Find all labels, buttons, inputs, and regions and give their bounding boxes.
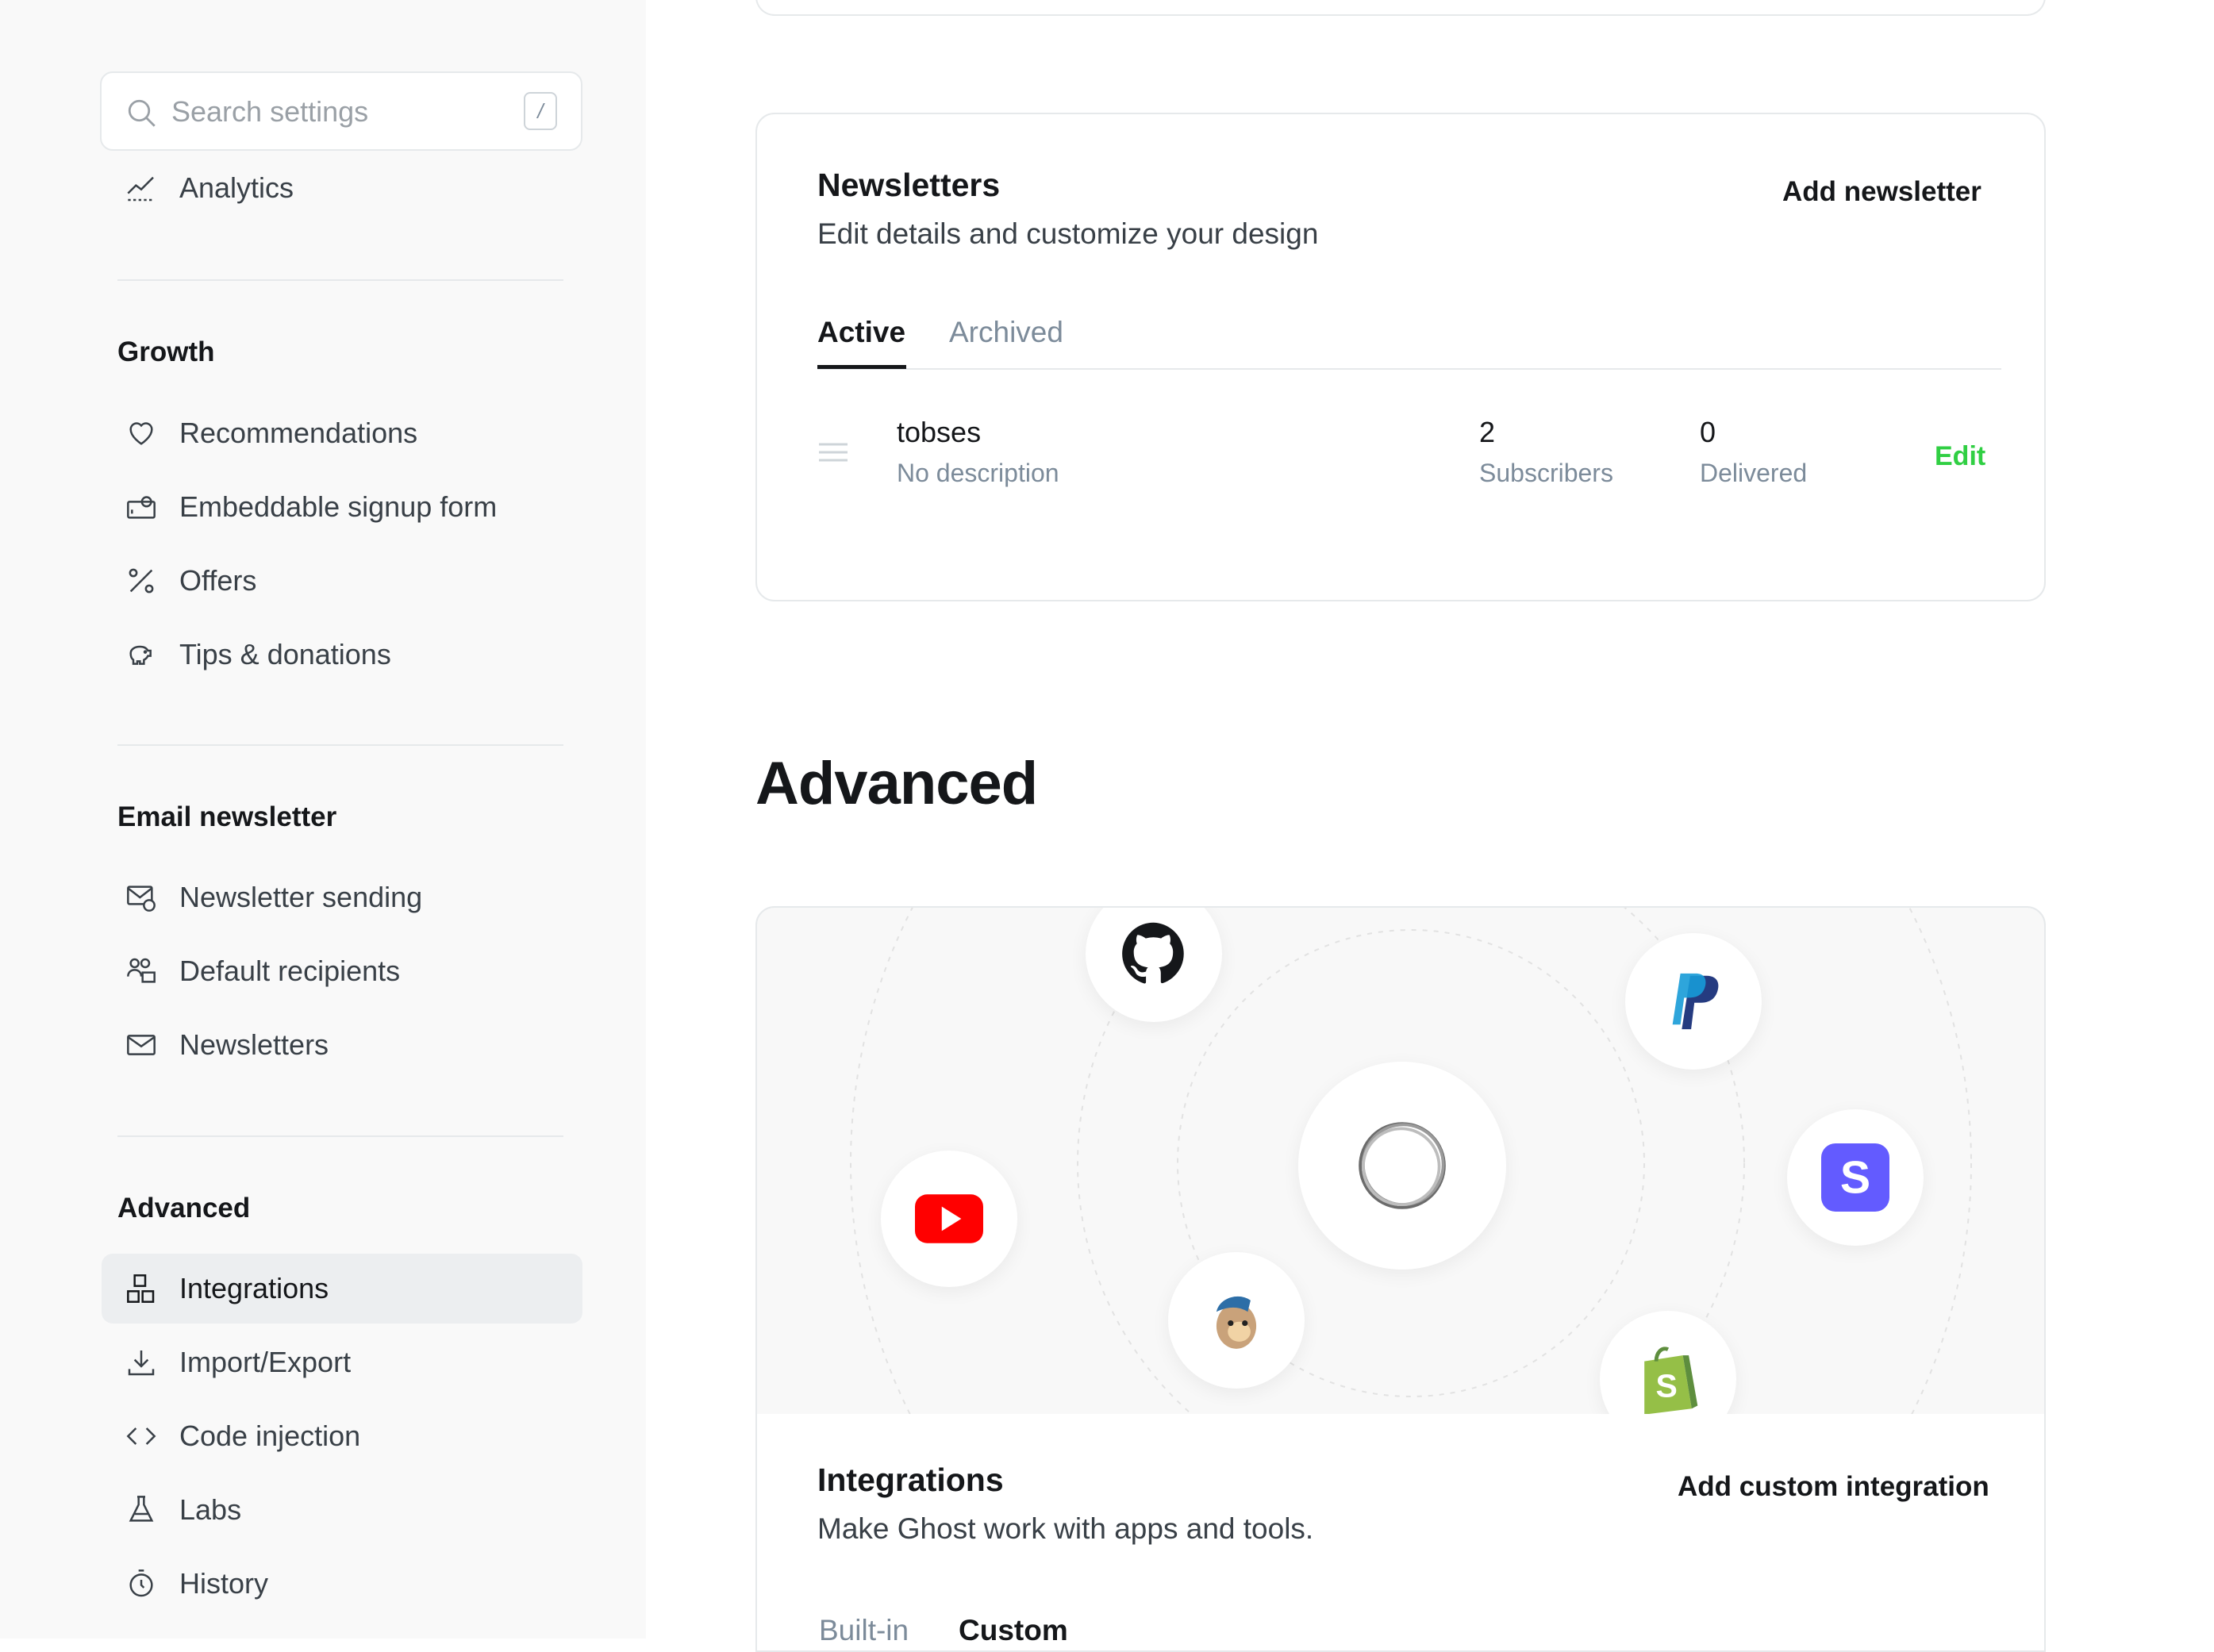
stripe-bubble: S: [1787, 1109, 1924, 1246]
github-icon: [1122, 922, 1184, 984]
mailchimp-bubble: [1168, 1252, 1305, 1389]
mail-settings-icon: [127, 886, 156, 912]
tab-custom[interactable]: Custom: [959, 1614, 1068, 1647]
sidebar-divider: [117, 744, 563, 746]
sidebar-item-newsletter-sending[interactable]: Newsletter sending: [102, 862, 582, 932]
sidebar-item-embeddable-signup-form[interactable]: Embeddable signup form: [102, 472, 582, 542]
search-settings-input[interactable]: Search settings /: [100, 71, 582, 151]
subscribers-count: 2: [1479, 416, 1496, 448]
sidebar-item-import-export[interactable]: Import/Export: [102, 1327, 582, 1397]
ghost-ring-icon: [1359, 1122, 1446, 1209]
download-icon: [128, 1350, 155, 1376]
sidebar-item-default-recipients[interactable]: Default recipients: [102, 936, 582, 1006]
delivered-label: Delivered: [1700, 459, 1808, 487]
piggy-bank-icon: [129, 645, 152, 665]
tab-active[interactable]: Active: [817, 316, 905, 349]
active-tab-indicator: [817, 365, 906, 369]
recipients-icon: [127, 958, 156, 983]
envelope-icon: [127, 1035, 156, 1055]
group-title-growth: Growth: [117, 336, 215, 367]
subscribers-label: Subscribers: [1479, 459, 1613, 487]
sidebar-divider: [117, 1135, 563, 1137]
delivered-count: 0: [1700, 416, 1716, 448]
group-title-email-newsletter: Email newsletter: [117, 801, 337, 832]
sidebar-item-labs[interactable]: Labs: [102, 1475, 582, 1545]
integrations-icon: [127, 1274, 155, 1303]
newsletters-title: Newsletters: [817, 167, 1001, 203]
drag-handle-icon[interactable]: [817, 441, 849, 465]
ghost-center-bubble: [1298, 1062, 1506, 1270]
add-custom-integration-button[interactable]: Add custom integration: [1678, 1471, 1989, 1503]
newsletters-description: Edit details and customize your design: [817, 217, 1319, 250]
integrations-hero: S S: [755, 906, 2046, 1416]
youtube-icon: [915, 1194, 983, 1243]
history-icon: [129, 1569, 153, 1597]
group-title-advanced: Advanced: [117, 1193, 251, 1224]
sidebar-item-integrations[interactable]: Integrations: [102, 1254, 582, 1324]
sidebar-item-offers[interactable]: Offers: [102, 546, 582, 616]
add-newsletter-button[interactable]: Add newsletter: [1782, 176, 1981, 208]
settings-sidebar: Search settings / Analytics Growth Recom…: [0, 0, 646, 1639]
mailchimp-icon: [1216, 1296, 1257, 1349]
sidebar-item-recommendations[interactable]: Recommendations: [102, 398, 582, 468]
search-placeholder: Search settings: [171, 95, 369, 128]
advanced-section-heading: Advanced: [755, 750, 1038, 817]
signup-form-icon: [127, 496, 156, 519]
sidebar-item-newsletters[interactable]: Newsletters: [102, 1010, 582, 1080]
integrations-title: Integrations: [817, 1462, 1004, 1498]
stripe-icon: S: [1821, 1143, 1889, 1212]
percent-icon: [129, 568, 154, 594]
search-icon: [128, 99, 156, 127]
youtube-bubble: [881, 1151, 1017, 1287]
sidebar-item-analytics[interactable]: Analytics: [102, 153, 582, 223]
sidebar-item-tips-donations[interactable]: Tips & donations: [102, 620, 582, 690]
sidebar-item-history[interactable]: History: [102, 1549, 582, 1619]
analytics-icon: [127, 176, 155, 202]
integrations-description: Make Ghost work with apps and tools.: [817, 1512, 1314, 1545]
paypal-bubble: [1625, 933, 1762, 1070]
edit-newsletter-button[interactable]: Edit: [1935, 441, 1985, 472]
shopify-icon: S: [1644, 1347, 1698, 1414]
newsletter-description: No description: [897, 459, 1059, 487]
svg-text:S: S: [1655, 1367, 1677, 1404]
tab-archived[interactable]: Archived: [949, 316, 1063, 349]
heart-icon: [129, 422, 153, 445]
code-icon: [126, 1427, 156, 1445]
paypal-icon: [1672, 973, 1719, 1030]
sidebar-divider: [117, 279, 563, 281]
flask-icon: [129, 1496, 154, 1522]
tab-built-in[interactable]: Built-in: [819, 1614, 909, 1647]
tabs-divider: [817, 368, 2001, 370]
svg-text:S: S: [1840, 1153, 1870, 1204]
previous-card-bottom: [755, 0, 2046, 16]
sidebar-item-code-injection[interactable]: Code injection: [102, 1401, 582, 1471]
search-shortcut-key: /: [524, 92, 557, 130]
newsletter-name: tobses: [897, 416, 982, 448]
